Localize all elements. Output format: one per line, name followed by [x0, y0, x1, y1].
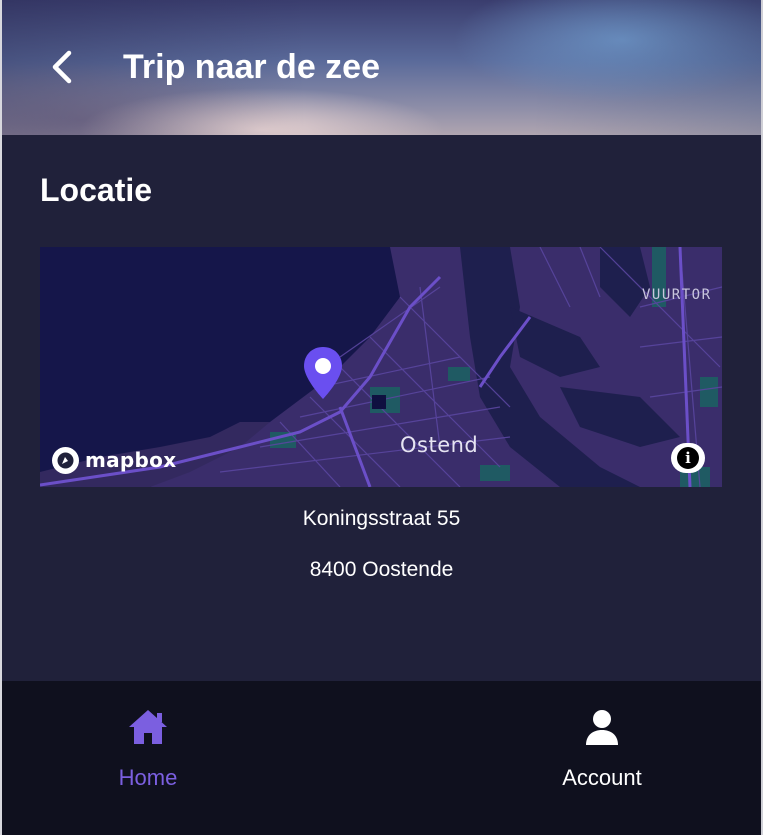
location-map[interactable]: VUURTOR Ostend mapbox i	[40, 247, 722, 487]
map-label-city: Ostend	[400, 433, 479, 457]
back-button[interactable]	[42, 46, 82, 88]
section-title-location: Locatie	[40, 172, 153, 208]
user-icon	[584, 707, 620, 747]
address-street: Koningsstraat 55	[302, 507, 461, 530]
info-icon: i	[677, 447, 699, 469]
nav-item-home[interactable]: Home	[48, 681, 248, 835]
nav-label-home: Home	[118, 765, 178, 790]
mapbox-logo[interactable]: mapbox	[52, 445, 176, 475]
nav-label-account: Account	[562, 765, 642, 790]
map-info-button[interactable]: i	[671, 443, 705, 473]
bottom-navigation: Home Account	[2, 681, 761, 835]
map-label-poi: VUURTOR	[642, 287, 712, 303]
home-icon	[127, 707, 169, 747]
header-banner: Trip naar de zee	[2, 0, 761, 135]
mapbox-logo-text: mapbox	[85, 448, 177, 472]
app-screen: Trip naar de zee Locatie VUURTOR Ostend …	[0, 0, 763, 835]
mapbox-logo-icon	[52, 446, 79, 474]
nav-item-account[interactable]: Account	[502, 681, 702, 835]
chevron-left-icon	[52, 50, 72, 84]
location-pin-icon[interactable]	[302, 345, 344, 401]
page-title: Trip naar de zee	[123, 48, 380, 86]
address-city: 8400 Oostende	[309, 558, 454, 581]
